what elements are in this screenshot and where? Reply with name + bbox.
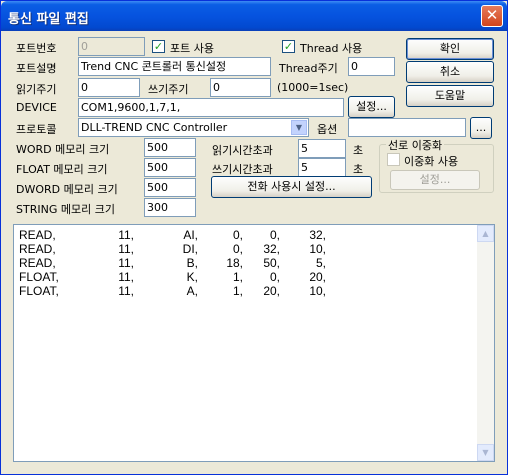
cmd-start: 1, — [232, 284, 243, 298]
protocol-label: 프로토콜 — [16, 123, 57, 136]
close-button[interactable]: ✕ — [481, 5, 503, 27]
cmd-op: READ, — [19, 242, 56, 256]
redundancy-checkbox-label: 이중화 사용 — [404, 155, 459, 168]
cmd-station: 11, — [118, 256, 134, 270]
command-line: READ, 11, AI, 0, 0, 32, — [18, 228, 338, 242]
cmd-offset: 0, — [269, 228, 280, 242]
window-title: 통신 파일 편집 — [8, 12, 89, 27]
word-mem-field[interactable]: 500 — [144, 138, 196, 157]
device-field[interactable]: COM1,9600,1,7,1, — [78, 98, 344, 117]
cmd-area: B, — [186, 256, 198, 270]
phone-settings-button[interactable]: 전화 사용시 설정... — [211, 176, 372, 198]
cmd-area: AI, — [183, 228, 198, 242]
cmd-station: 11, — [118, 242, 134, 256]
redundancy-group-title: 선로 이중화 — [386, 137, 445, 153]
period-unit-note: (1000=1sec) — [277, 81, 349, 94]
cmd-count: 5, — [315, 256, 326, 270]
cmd-op: FLOAT, — [19, 270, 59, 284]
chevron-down-icon[interactable]: ▼ — [291, 120, 307, 135]
cmd-op: READ, — [19, 256, 56, 270]
read-period-field[interactable]: 0 — [78, 78, 140, 97]
command-line: READ, 11, B, 18, 50, 5, — [18, 256, 338, 270]
vertical-scrollbar[interactable]: ▲ ▼ — [477, 225, 494, 461]
cmd-count: 10, — [309, 242, 326, 256]
dword-mem-label: DWORD 메모리 크기 — [16, 183, 118, 196]
cmd-station: 11, — [118, 270, 134, 284]
write-timeout-label: 쓰기시간초과 — [212, 163, 273, 176]
write-timeout-field[interactable]: 5 — [298, 158, 346, 177]
port-desc-field[interactable]: Trend CNC 콘트롤러 통신설정 — [78, 57, 271, 76]
cmd-start: 0, — [232, 228, 243, 242]
option-browse-button[interactable]: ... — [470, 117, 492, 139]
float-mem-label: FLOAT 메모리 크기 — [16, 163, 108, 176]
write-timeout-unit: 초 — [353, 163, 364, 176]
command-lines: READ, 11, AI, 0, 0, 32, READ, 11, DI, 0,… — [18, 228, 338, 298]
help-button[interactable]: 도움말 — [406, 85, 494, 107]
command-line: READ, 11, DI, 0, 32, 10, — [18, 242, 338, 256]
device-settings-button[interactable]: 설정... — [348, 96, 395, 118]
dialog-window: 통신 파일 편집 ✕ 포트번호 0 ✓ 포트 사용 ✓ Thread 사용 포트… — [0, 0, 508, 475]
cmd-count: 32, — [309, 228, 326, 242]
cmd-offset: 0, — [269, 270, 280, 284]
redundancy-settings-button[interactable]: 설정... — [390, 170, 480, 190]
string-mem-label: STRING 메모리 크기 — [16, 203, 115, 216]
cmd-area: A, — [186, 284, 198, 298]
redundancy-checkbox[interactable] — [387, 153, 400, 166]
port-use-label: 포트 사용 — [170, 42, 214, 55]
command-line: FLOAT, 11, K, 1, 0, 20, — [18, 270, 338, 284]
cmd-offset: 32, — [263, 242, 280, 256]
cmd-op: READ, — [19, 228, 56, 242]
title-bar[interactable]: 통신 파일 편집 ✕ — [1, 1, 507, 31]
cmd-area: DI, — [182, 242, 198, 256]
ok-button[interactable]: 확인 — [406, 38, 494, 60]
read-period-label: 읽기주기 — [16, 83, 57, 96]
command-line: FLOAT, 11, A, 1, 20, 10, — [18, 284, 338, 298]
read-timeout-unit: 초 — [353, 144, 364, 157]
thread-use-label: Thread 사용 — [300, 42, 363, 55]
device-label: DEVICE — [16, 101, 57, 114]
read-timeout-field[interactable]: 5 — [298, 139, 346, 158]
protocol-select[interactable]: DLL-TREND CNC Controller ▼ — [78, 118, 309, 137]
port-no-label: 포트번호 — [16, 42, 57, 55]
write-period-field[interactable]: 0 — [210, 78, 271, 97]
scroll-up-icon[interactable]: ▲ — [477, 225, 494, 242]
option-field[interactable] — [348, 118, 466, 137]
cmd-station: 11, — [118, 228, 134, 242]
thread-period-label: Thread주기 — [279, 62, 338, 75]
word-mem-label: WORD 메모리 크기 — [16, 143, 110, 156]
string-mem-field[interactable]: 300 — [144, 198, 196, 217]
cmd-offset: 20, — [263, 284, 280, 298]
port-no-field[interactable]: 0 — [78, 37, 145, 56]
port-use-checkbox[interactable]: ✓ — [152, 40, 165, 53]
read-timeout-label: 읽기시간초과 — [212, 144, 273, 157]
cmd-area: K, — [186, 270, 198, 284]
write-period-label: 쓰기주기 — [148, 83, 189, 96]
cmd-start: 0, — [232, 242, 243, 256]
scroll-down-icon[interactable]: ▼ — [477, 444, 494, 461]
thread-period-field[interactable]: 0 — [348, 57, 395, 76]
cmd-start: 1, — [232, 270, 243, 284]
float-mem-field[interactable]: 500 — [144, 158, 196, 177]
option-label: 옵션 — [317, 123, 338, 136]
cmd-offset: 50, — [263, 256, 280, 270]
cmd-count: 10, — [309, 284, 326, 298]
cmd-count: 20, — [309, 270, 326, 284]
thread-use-checkbox[interactable]: ✓ — [282, 40, 295, 53]
command-editor[interactable]: READ, 11, AI, 0, 0, 32, READ, 11, DI, 0,… — [13, 224, 495, 462]
port-desc-label: 포트설명 — [16, 62, 57, 75]
cmd-start: 18, — [226, 256, 243, 270]
cmd-op: FLOAT, — [19, 284, 59, 298]
cmd-station: 11, — [118, 284, 134, 298]
protocol-value: DLL-TREND CNC Controller — [81, 121, 228, 134]
cancel-button[interactable]: 취소 — [406, 61, 494, 83]
dword-mem-field[interactable]: 500 — [144, 178, 196, 197]
